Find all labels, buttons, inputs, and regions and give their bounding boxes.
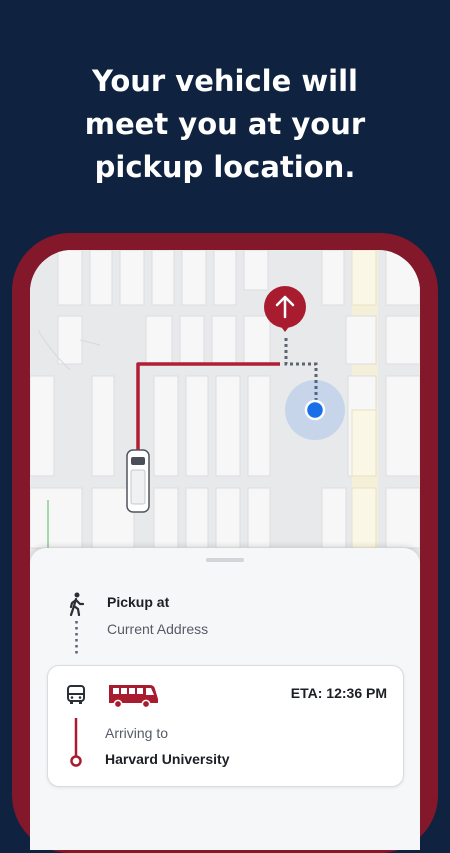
destination-route-icon bbox=[70, 718, 82, 767]
walking-person-icon bbox=[69, 592, 85, 616]
arriving-label: Arriving to bbox=[105, 725, 169, 741]
bus-icon bbox=[67, 685, 85, 704]
destination-name: Harvard University bbox=[105, 751, 230, 767]
sheet-drag-handle[interactable] bbox=[206, 558, 244, 562]
eta-time: ETA: 12:36 PM bbox=[290, 685, 387, 701]
pickup-address[interactable]: Current Address bbox=[107, 621, 208, 637]
bottom-sheet[interactable]: Pickup at Current Address ETA: 12:36 PM … bbox=[30, 548, 420, 850]
shuttle-van-icon bbox=[126, 449, 150, 513]
headline-line-2: meet you at your bbox=[84, 107, 366, 141]
user-location-dot bbox=[304, 399, 326, 421]
headline: Your vehicle will meet you at your picku… bbox=[0, 60, 450, 189]
pickup-label: Pickup at bbox=[107, 594, 170, 610]
pickup-connector-dots bbox=[75, 621, 78, 656]
headline-line-1: Your vehicle will bbox=[92, 64, 358, 98]
shuttle-bus-icon bbox=[109, 685, 158, 709]
trip-card[interactable]: ETA: 12:36 PM Arriving to Harvard Univer… bbox=[47, 665, 404, 787]
headline-line-3: pickup location. bbox=[94, 150, 356, 184]
phone-screen: Pickup at Current Address ETA: 12:36 PM … bbox=[30, 250, 420, 850]
map-view[interactable] bbox=[30, 250, 420, 580]
